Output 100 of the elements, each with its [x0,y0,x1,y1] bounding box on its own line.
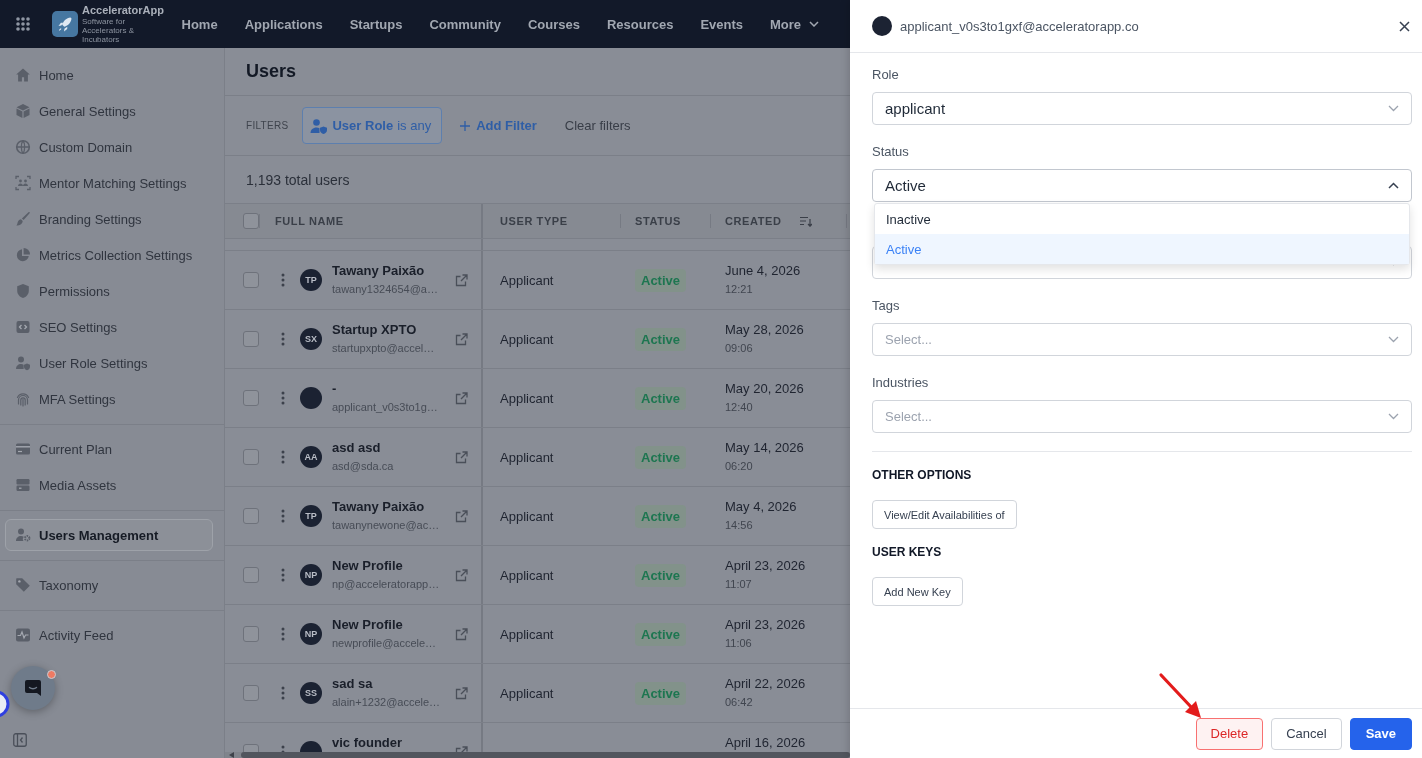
external-link-icon[interactable] [455,686,468,700]
sidebar-item[interactable]: Metrics Collection Settings [5,237,213,273]
app-name: AcceleratorApp [82,4,165,16]
dropdown-option[interactable]: Inactive [875,204,1409,234]
ring-icon[interactable] [0,690,10,718]
nav-link[interactable]: Courses [514,0,594,48]
table-row[interactable]: NP New Profile newprofile@accele… Applicant Active April 23, 2026 11:06 [225,605,850,664]
sidebar-item[interactable]: Permissions [5,273,213,309]
created-date: April 22, 2026 [725,676,806,692]
nav-link[interactable]: Startups [336,0,416,48]
more-options-icon[interactable] [281,509,285,523]
user-gear-icon [15,527,31,543]
chevron-down-icon [1388,105,1399,112]
table-row[interactable]: NP New Profile np@acceleratorapp… Applicant Active April 23, 2026 11:07 [225,546,850,605]
action-button[interactable]: View/Edit Availabilities of [872,500,1017,529]
sidebar-item[interactable]: Current Plan [5,431,213,467]
sidebar-item[interactable]: Branding Settings [5,201,213,237]
user-avatar [872,16,892,36]
cancel-button[interactable]: Cancel [1271,717,1342,750]
column-header[interactable]: FULL NAME [275,215,344,227]
status-badge: Active [635,327,687,351]
sidebar-item[interactable]: Custom Domain [5,129,213,165]
chevron-down-icon [1388,413,1399,420]
apps-grid-icon[interactable] [15,16,31,32]
external-link-icon[interactable] [455,273,468,287]
status-badge: Active [635,622,687,646]
external-link-icon[interactable] [455,450,468,464]
user-avatar: TP [300,269,322,291]
external-link-icon[interactable] [455,332,468,346]
column-header[interactable]: STATUS [635,215,681,227]
more-options-icon[interactable] [281,273,285,287]
arrow-annotation [1158,672,1204,720]
sidebar-item[interactable]: Users Management [5,519,213,551]
nav-menu[interactable]: More [756,0,833,48]
sidebar-item[interactable]: Taxonomy [5,567,213,603]
sidebar-item[interactable]: General Settings [5,93,213,129]
user-email: tawany1324654@a… [332,282,439,296]
column-header[interactable]: USER TYPE [500,215,568,227]
delete-button[interactable]: Delete [1195,717,1264,750]
external-link-icon[interactable] [455,509,468,523]
external-link-icon[interactable] [455,627,468,641]
user-name: Tawany Paixão [332,499,426,515]
select-field[interactable]: applicant [872,92,1412,125]
table-row[interactable]: TP Tawany Paixão tawanynewone@ac… Applicant Active May 4, 2026 14:56 [225,487,850,546]
clear-filters-button[interactable]: Clear filters [564,118,631,133]
created-date: May 20, 2026 [725,381,804,397]
status-badge: Active [635,386,687,410]
brush-icon [15,211,31,227]
row-checkbox[interactable] [243,272,259,288]
created-time: 09:06 [725,341,754,355]
user-type: Applicant [500,331,554,347]
more-options-icon[interactable] [281,627,285,641]
table-row[interactable]: AA asd asd asd@sda.ca Applicant Active May 14, 2026 06:20 [225,428,850,487]
scroll-left-arrow-icon[interactable] [229,752,234,758]
more-options-icon[interactable] [281,391,285,405]
external-link-icon[interactable] [455,568,468,582]
action-button[interactable]: Add New Key [872,577,963,606]
sidebar-item[interactable]: MFA Settings [5,381,213,417]
fingerprint-icon [15,391,31,407]
row-checkbox[interactable] [243,508,259,524]
close-icon[interactable] [1399,20,1410,32]
field-label: Status [872,144,909,159]
external-link-icon[interactable] [455,391,468,405]
dropdown-option[interactable]: Active [875,234,1409,264]
select-all-checkbox[interactable] [243,213,259,229]
more-options-icon[interactable] [281,332,285,346]
select-field[interactable]: Select... [872,323,1412,356]
sidebar-item[interactable]: SEO Settings [5,309,213,345]
nav-link[interactable]: Applications [231,0,337,48]
row-checkbox[interactable] [243,331,259,347]
sort-icon[interactable] [799,215,812,227]
user-avatar: NP [300,623,322,645]
row-checkbox[interactable] [243,626,259,642]
table-row[interactable]: SX Startup XPTO startupxpto@accel… Applicant Active May 28, 2026 09:06 [225,310,850,369]
table-row[interactable]: TP Tawany Paixão tawany1324654@a… Applicant Active June 4, 2026 12:21 [225,251,850,310]
sidebar-item[interactable]: Media Assets [5,467,213,503]
table-row[interactable]: SS sad sa alain+1232@accele… Applicant Active April 22, 2026 06:42 [225,664,850,723]
row-checkbox[interactable] [243,390,259,406]
sidebar-item[interactable]: Activity Feed [5,617,213,653]
row-checkbox[interactable] [243,449,259,465]
nav-link[interactable]: Events [686,0,757,48]
nav-link[interactable]: Resources [593,0,687,48]
row-checkbox[interactable] [243,685,259,701]
notification-dot-icon [47,670,56,679]
nav-link[interactable]: Community [415,0,515,48]
sidebar-collapse-icon[interactable] [13,733,27,747]
user-avatar: SX [300,328,322,350]
save-button[interactable]: Save [1349,717,1412,750]
table-row[interactable]: - applicant_v0s3to1g… Applicant Active May 20, 2026 12:40 [225,369,850,428]
nav-link[interactable]: Home [168,0,232,48]
more-options-icon[interactable] [281,568,285,582]
sidebar-item[interactable]: Mentor Matching Settings [5,165,213,201]
row-checkbox[interactable] [243,567,259,583]
sidebar-item[interactable]: User Role Settings [5,345,213,381]
rocket-logo-icon[interactable] [52,11,78,37]
column-header[interactable]: CREATED [725,215,782,227]
more-options-icon[interactable] [281,450,285,464]
select-field[interactable]: Select... [872,400,1412,433]
sidebar-item[interactable]: Home [5,57,213,93]
more-options-icon[interactable] [281,686,285,700]
